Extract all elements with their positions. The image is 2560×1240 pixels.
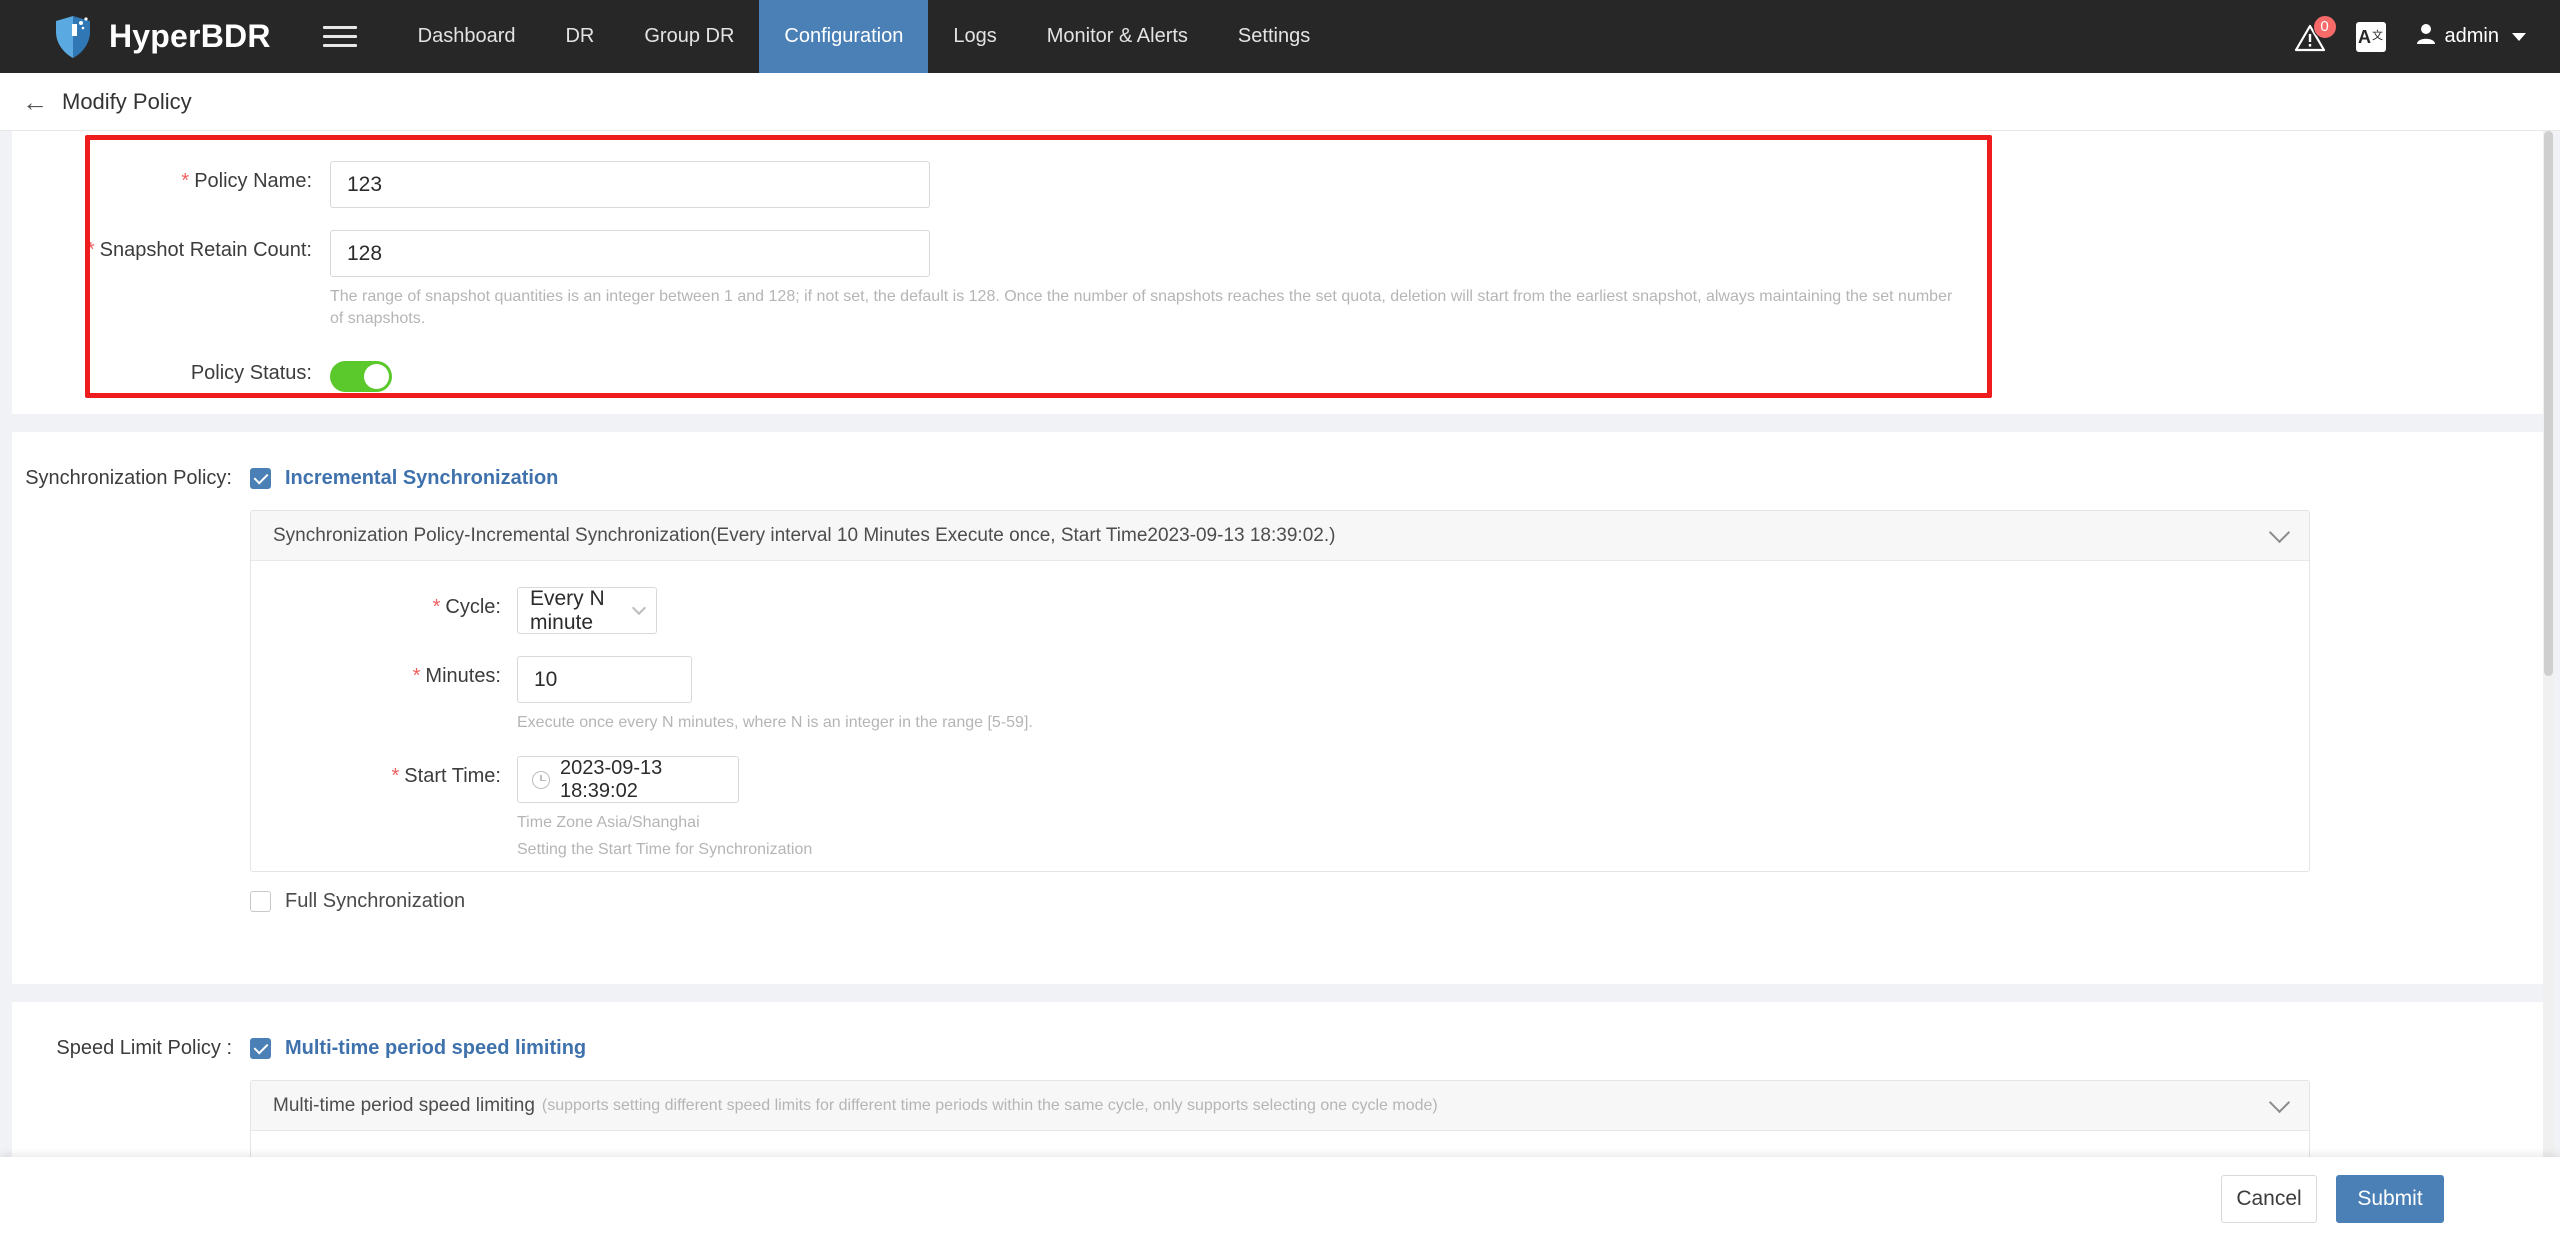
user-icon xyxy=(2416,23,2436,51)
scrollbar-thumb[interactable] xyxy=(2544,131,2553,676)
translate-icon[interactable]: A文 xyxy=(2355,21,2386,52)
arrow-left-icon[interactable]: ← xyxy=(22,89,48,115)
translate-icon-sup: 文 xyxy=(2372,30,2384,42)
policy-status-toggle[interactable] xyxy=(330,360,392,392)
sync-start-time-timezone: Time Zone Asia/Shanghai xyxy=(517,814,700,832)
required-asterisk: * xyxy=(391,765,400,788)
nav-tab-dashboard[interactable]: Dashboard xyxy=(393,0,541,73)
chevron-down-icon[interactable] xyxy=(2268,1091,2291,1114)
nav-tab-logs[interactable]: Logs xyxy=(928,0,1021,73)
sync-policy-label: Synchronization Policy: xyxy=(25,467,232,489)
multi-time-panel-title: Multi-time period speed limiting xyxy=(273,1094,535,1116)
nav-tab-configuration[interactable]: Configuration xyxy=(759,0,929,73)
speed-limit-label: Speed Limit Policy : xyxy=(56,1037,232,1059)
form-action-bar: Cancel Submit xyxy=(0,1157,2560,1240)
sync-start-time-note: Setting the Start Time for Synchronizati… xyxy=(517,840,813,858)
multi-time-panel-header[interactable]: Multi-time period speed limiting (suppor… xyxy=(251,1081,2309,1131)
sync-start-time-value: 2023-09-13 18:39:02 xyxy=(560,756,663,802)
full-sync-label: Full Synchronization xyxy=(285,890,466,913)
multi-time-panel-subtitle: (supports setting different speed limits… xyxy=(541,1096,1438,1114)
page-subheader: ← Modify Policy xyxy=(0,73,2560,131)
alert-triangle-icon[interactable]: 0 xyxy=(2294,14,2337,53)
policy-status-label: Policy Status: xyxy=(190,361,312,384)
full-sync-checkbox-row[interactable]: Full Synchronization xyxy=(250,872,2310,913)
sync-policy-row: Synchronization Policy: Incremental Sync… xyxy=(12,432,2548,913)
notification-count-badge: 0 xyxy=(2312,14,2337,39)
cancel-button[interactable]: Cancel xyxy=(2221,1174,2317,1223)
sync-minutes-input[interactable] xyxy=(517,656,692,703)
policy-name-row: * Policy Name: xyxy=(12,131,2548,208)
sync-cycle-label: * Cycle: xyxy=(432,596,501,618)
translate-icon-letter: A xyxy=(2358,26,2372,47)
required-asterisk: * xyxy=(432,596,441,618)
policy-name-input[interactable] xyxy=(330,161,930,208)
sync-minutes-label: * Minutes: xyxy=(412,665,501,687)
hamburger-menu-icon[interactable] xyxy=(322,22,357,52)
snapshot-retain-helper-text: The range of snapshot quantities is an i… xyxy=(330,288,1953,328)
main-nav-tabs: Dashboard DR Group DR Configuration Logs… xyxy=(393,0,1336,73)
top-navigation-bar: HyperBDR Dashboard DR Group DR Configura… xyxy=(0,0,2560,73)
multi-time-checkbox-row[interactable]: Multi-time period speed limiting xyxy=(250,1028,2310,1060)
page-content: *Policy Name: *Snapshot Retain Count: Th… xyxy=(0,131,2560,1240)
page-title: Modify Policy xyxy=(62,88,192,114)
chevron-down-icon xyxy=(631,600,647,616)
sync-cycle-value: Every N minute xyxy=(530,586,605,634)
required-asterisk: * xyxy=(412,665,421,687)
sync-start-time-row: * Start Time: 2023-09-13 18:39:02 Time Zo… xyxy=(251,734,2309,861)
snapshot-retain-input[interactable] xyxy=(330,230,930,277)
nav-tab-group-dr[interactable]: Group DR xyxy=(619,0,759,73)
required-asterisk: * xyxy=(181,170,190,192)
brand: HyperBDR xyxy=(52,14,271,60)
incremental-sync-panel-title: Synchronization Policy-Incremental Synch… xyxy=(273,524,1336,546)
basic-info-card: *Policy Name: *Snapshot Retain Count: Th… xyxy=(12,131,2548,414)
sync-minutes-helper-text: Execute once every N minutes, where N is… xyxy=(517,714,1033,731)
incremental-sync-panel: Synchronization Policy-Incremental Synch… xyxy=(250,510,2310,873)
page-scrollbar[interactable] xyxy=(2543,131,2554,1240)
user-menu[interactable]: admin xyxy=(2416,23,2526,51)
incremental-sync-panel-body: * Cycle: Every N minute * Minutes: 10 Ex… xyxy=(251,561,2309,871)
full-sync-checkbox[interactable] xyxy=(250,891,271,913)
incremental-sync-checkbox-row[interactable]: Incremental Synchronization xyxy=(250,458,2310,490)
sync-cycle-row: * Cycle: Every N minute xyxy=(251,587,2309,634)
multi-time-checkbox[interactable] xyxy=(250,1038,271,1059)
incremental-sync-label: Incremental Synchronization xyxy=(285,467,559,489)
clock-icon xyxy=(532,770,550,789)
incremental-sync-checkbox[interactable] xyxy=(250,468,271,489)
required-asterisk: * xyxy=(86,239,95,261)
brand-name: HyperBDR xyxy=(109,18,271,54)
policy-status-row: Policy Status: xyxy=(12,331,2548,392)
submit-button[interactable]: Submit xyxy=(2336,1174,2444,1223)
snapshot-retain-label: * Snapshot Retain Count: xyxy=(86,239,312,261)
nav-tab-settings[interactable]: Settings xyxy=(1213,0,1335,73)
chevron-down-icon xyxy=(2512,32,2526,41)
incremental-sync-panel-header[interactable]: Synchronization Policy-Incremental Synch… xyxy=(251,511,2309,561)
nav-tab-dr[interactable]: DR xyxy=(540,0,619,73)
synchronization-policy-card: Synchronization Policy: Incremental Sync… xyxy=(12,432,2548,984)
chevron-down-icon[interactable] xyxy=(2268,521,2291,544)
username-label: admin xyxy=(2444,25,2499,47)
toggle-knob xyxy=(364,363,389,389)
sync-minutes-row: *Minutes: Execute once every N minutes, … xyxy=(251,634,2309,734)
nav-tab-monitor-alerts[interactable]: Monitor & Alerts xyxy=(1022,0,1213,73)
sync-start-time-input[interactable]: 2023-09-13 18:39:02 xyxy=(517,756,739,804)
hyperbdr-logo-icon xyxy=(52,14,96,60)
multi-time-label: Multi-time period speed limiting xyxy=(285,1037,587,1059)
nav-right-actions: 0 A文 admin xyxy=(2294,0,2526,73)
snapshot-retain-row: *Snapshot Retain Count: The range of sna… xyxy=(12,208,2548,331)
sync-cycle-select[interactable]: Every N minute xyxy=(517,587,657,634)
policy-name-label: * Policy Name: xyxy=(181,170,312,192)
sync-start-time-label: * Start Time: xyxy=(391,765,502,788)
